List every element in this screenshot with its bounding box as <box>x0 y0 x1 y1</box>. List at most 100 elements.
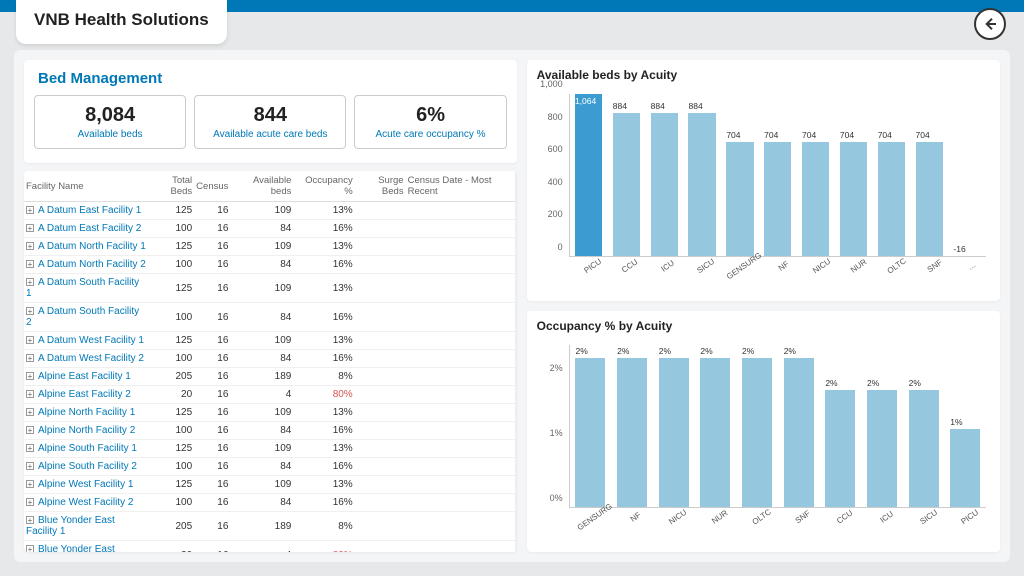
metric-value: 844 <box>199 104 341 127</box>
census-date <box>406 422 517 440</box>
expand-icon[interactable]: + <box>26 224 34 232</box>
table-row[interactable]: +A Datum South Facility 11251610913% <box>24 274 517 303</box>
table-row[interactable]: +Alpine South Facility 2100168416% <box>24 458 517 476</box>
expand-icon[interactable]: + <box>26 372 34 380</box>
expand-icon[interactable]: + <box>26 260 34 268</box>
bar[interactable]: 2% <box>570 345 612 507</box>
column-header[interactable]: Total Beds <box>148 171 194 202</box>
table-row[interactable]: +A Datum North Facility 2100168416% <box>24 256 517 274</box>
table-row[interactable]: +Alpine West Facility 2100168416% <box>24 494 517 512</box>
bar[interactable]: 2% <box>736 345 778 507</box>
expand-icon[interactable]: + <box>26 444 34 452</box>
expand-icon[interactable]: + <box>26 390 34 398</box>
facility-name: +A Datum East Facility 2 <box>24 220 148 238</box>
bar-label: 704 <box>878 130 892 140</box>
expand-icon[interactable]: + <box>26 426 34 434</box>
back-button[interactable] <box>974 8 1006 40</box>
bar[interactable]: 884 <box>608 94 646 256</box>
column-header[interactable]: Facility Name <box>24 171 148 202</box>
expand-icon[interactable]: + <box>26 307 34 315</box>
scrollbar[interactable] <box>515 171 517 552</box>
census: 16 <box>194 202 230 220</box>
bar[interactable]: 2% <box>903 345 945 507</box>
column-header[interactable]: Census <box>194 171 230 202</box>
bar[interactable]: 2% <box>778 345 820 507</box>
expand-icon[interactable]: + <box>26 462 34 470</box>
column-header[interactable]: Occupancy % <box>293 171 354 202</box>
table-row[interactable]: +Blue Yonder East Facility 22016480% <box>24 541 517 553</box>
census-date <box>406 256 517 274</box>
expand-icon[interactable]: + <box>26 336 34 344</box>
total-beds: 100 <box>148 422 194 440</box>
table-row[interactable]: +Alpine South Facility 11251610913% <box>24 440 517 458</box>
table-row[interactable]: +A Datum North Facility 11251610913% <box>24 238 517 256</box>
column-header[interactable]: Available beds <box>230 171 293 202</box>
bar[interactable]: 2% <box>653 345 695 507</box>
facility-name: +Blue Yonder East Facility 1 <box>24 512 148 541</box>
metric-label: Available acute care beds <box>199 129 341 140</box>
table-row[interactable]: +Alpine East Facility 1205161898% <box>24 368 517 386</box>
table-row[interactable]: +Alpine North Facility 2100168416% <box>24 422 517 440</box>
facility-name: +A Datum West Facility 1 <box>24 332 148 350</box>
expand-icon[interactable]: + <box>26 545 34 552</box>
bar[interactable]: 2% <box>695 345 737 507</box>
table-row[interactable]: +Blue Yonder East Facility 1205161898% <box>24 512 517 541</box>
expand-icon[interactable]: + <box>26 278 34 286</box>
census: 16 <box>194 476 230 494</box>
x-axis: PICUCCUICUSICUGENSURGNFNICUNUROLTCSNF… <box>569 259 986 281</box>
bar[interactable]: 704 <box>759 94 797 256</box>
census: 16 <box>194 350 230 368</box>
table-row[interactable]: +A Datum East Facility 2100168416% <box>24 220 517 238</box>
y-tick: 0 <box>558 242 563 252</box>
expand-icon[interactable]: + <box>26 498 34 506</box>
table-row[interactable]: +A Datum West Facility 11251610913% <box>24 332 517 350</box>
total-beds: 205 <box>148 368 194 386</box>
bar-label: 2% <box>700 346 712 356</box>
bar[interactable]: 704 <box>721 94 759 256</box>
available-beds: 109 <box>230 404 293 422</box>
expand-icon[interactable]: + <box>26 516 34 524</box>
expand-icon[interactable]: + <box>26 242 34 250</box>
bar[interactable]: 704 <box>910 94 948 256</box>
bar[interactable]: 884 <box>645 94 683 256</box>
total-beds: 125 <box>148 202 194 220</box>
column-header[interactable]: Surge Beds <box>355 171 406 202</box>
y-axis: 02004006008001,000 <box>537 94 567 257</box>
bar[interactable]: 704 <box>797 94 835 256</box>
table-row[interactable]: +A Datum East Facility 11251610913% <box>24 202 517 220</box>
census-date <box>406 220 517 238</box>
bar[interactable]: 1,064 <box>570 94 608 256</box>
bar[interactable]: 704 <box>872 94 910 256</box>
bar[interactable]: 704 <box>835 94 873 256</box>
bar[interactable]: 1% <box>944 345 986 507</box>
bar-label: 1,064 <box>575 96 596 106</box>
surge-beds <box>355 512 406 541</box>
table-row[interactable]: +Alpine East Facility 22016480% <box>24 386 517 404</box>
table-row[interactable]: +Alpine North Facility 11251610913% <box>24 404 517 422</box>
metric-row: 8,084Available beds844Available acute ca… <box>34 95 507 149</box>
table-row[interactable]: +A Datum West Facility 2100168416% <box>24 350 517 368</box>
bar[interactable]: -16 <box>948 94 986 256</box>
bar-label: 2% <box>909 378 921 388</box>
expand-icon[interactable]: + <box>26 408 34 416</box>
expand-icon[interactable]: + <box>26 354 34 362</box>
app-title: VNB Health Solutions <box>16 0 227 44</box>
facility-name: +Alpine West Facility 1 <box>24 476 148 494</box>
bar[interactable]: 2% <box>611 345 653 507</box>
bar[interactable]: 884 <box>683 94 721 256</box>
bar[interactable]: 2% <box>820 345 862 507</box>
bar-label: 2% <box>867 378 879 388</box>
census: 16 <box>194 494 230 512</box>
census: 16 <box>194 404 230 422</box>
expand-icon[interactable]: + <box>26 480 34 488</box>
facility-name: +Alpine East Facility 2 <box>24 386 148 404</box>
bar[interactable]: 2% <box>861 345 903 507</box>
column-header[interactable]: Census Date - Most Recent <box>406 171 517 202</box>
expand-icon[interactable]: + <box>26 206 34 214</box>
table-row[interactable]: +A Datum South Facility 2100168416% <box>24 303 517 332</box>
census: 16 <box>194 220 230 238</box>
occupancy: 16% <box>293 422 354 440</box>
table-row[interactable]: +Alpine West Facility 11251610913% <box>24 476 517 494</box>
surge-beds <box>355 238 406 256</box>
chart-title: Available beds by Acuity <box>537 68 990 82</box>
